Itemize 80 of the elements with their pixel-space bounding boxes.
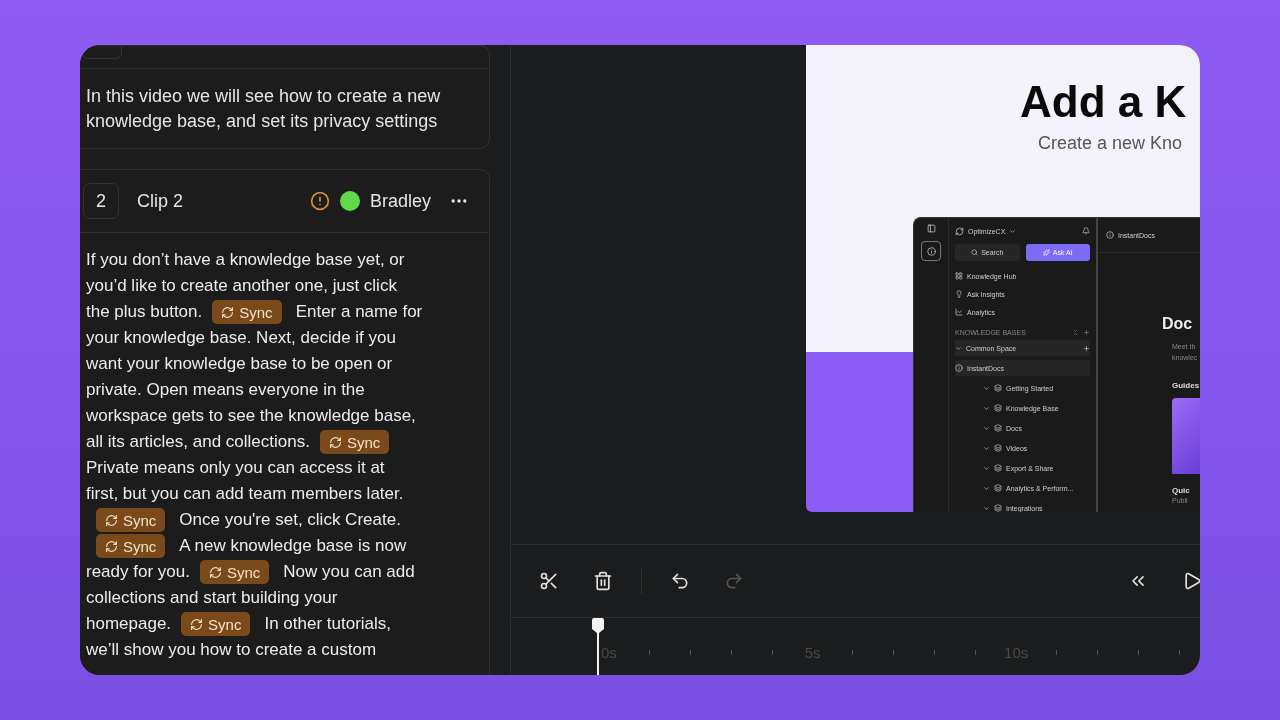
chevron-icon bbox=[955, 344, 962, 352]
transcript-text: private. Open means everyone in the bbox=[86, 379, 365, 401]
stack-icon bbox=[994, 384, 1002, 392]
stack-icon bbox=[994, 484, 1002, 492]
bulb-icon bbox=[955, 290, 963, 298]
info-icon bbox=[1106, 231, 1114, 239]
transcript-text: the plus button. bbox=[86, 301, 203, 323]
chart-icon bbox=[955, 308, 963, 316]
sync-button[interactable]: Sync bbox=[96, 508, 166, 532]
transcript-text: ready for you. bbox=[86, 561, 190, 583]
slide-title: Add a K bbox=[1020, 77, 1188, 127]
transcript-text: we’ll show you how to create a custom bbox=[86, 639, 377, 661]
chevron-icon bbox=[983, 464, 990, 472]
collapse-icon bbox=[1072, 329, 1079, 336]
scissors-icon bbox=[539, 571, 559, 591]
stack-icon bbox=[994, 444, 1002, 452]
stack-icon bbox=[994, 504, 1002, 512]
sync-button[interactable]: Sync bbox=[212, 300, 282, 324]
sync-button[interactable]: Sync bbox=[199, 560, 270, 584]
play-icon bbox=[1182, 571, 1200, 591]
transcript-text: collections and start building your bbox=[86, 587, 338, 609]
sync-button[interactable]: Sync bbox=[96, 534, 166, 558]
stack-icon bbox=[994, 464, 1002, 472]
transcript-text: If you don’t have a knowledge base yet, or bbox=[86, 249, 405, 271]
info-icon bbox=[926, 246, 936, 256]
undo-button[interactable] bbox=[670, 571, 690, 591]
panel-icon bbox=[926, 224, 936, 233]
card-title: Quic bbox=[1172, 486, 1191, 495]
chevron-icon bbox=[983, 484, 990, 492]
play-button[interactable] bbox=[1182, 571, 1200, 591]
sync-icon bbox=[105, 539, 118, 553]
delete-button[interactable] bbox=[593, 571, 613, 591]
grid-icon bbox=[955, 272, 963, 280]
search-icon bbox=[971, 249, 979, 256]
transcript-text: Enter a name for bbox=[295, 301, 423, 323]
transcript-text: Once you're set, click Create. bbox=[179, 509, 401, 531]
bell-icon bbox=[1082, 227, 1090, 235]
stack-icon bbox=[994, 424, 1002, 432]
transcript-text: A new knowledge base is now bbox=[179, 535, 407, 557]
transcript-text: In this video we will see how to create a new knowledge base, and set its privacy settings bbox=[85, 85, 442, 133]
transcript-text: want your knowledge base to be open or bbox=[86, 353, 393, 375]
clip-number: 2 bbox=[83, 183, 119, 219]
clip-title: Clip 2 bbox=[137, 190, 185, 212]
plus-icon bbox=[1083, 329, 1090, 336]
trash-icon bbox=[593, 571, 613, 591]
logo-icon bbox=[955, 226, 964, 236]
page-heading: Doc bbox=[1162, 315, 1194, 333]
slide-subtitle: Create a new Kno bbox=[1038, 133, 1184, 154]
section-title: Guides bbox=[1172, 381, 1200, 390]
sync-button[interactable]: Sync bbox=[181, 612, 251, 636]
transcript-text: your knowledge base. Next, decide if you bbox=[86, 327, 396, 349]
transcript-text: homepage. bbox=[86, 613, 172, 635]
redo-icon bbox=[724, 571, 744, 591]
stack-icon bbox=[994, 404, 1002, 412]
sync-icon bbox=[328, 435, 342, 449]
info-icon bbox=[955, 364, 963, 372]
chevron-icon bbox=[983, 384, 990, 392]
transcript-text: Now you can add bbox=[283, 561, 415, 583]
speaker-name: Bradley bbox=[369, 190, 431, 212]
transcript-text: you’d like to create another one, just click bbox=[86, 275, 397, 297]
sync-icon bbox=[105, 513, 118, 527]
chevron-icon bbox=[983, 504, 990, 512]
cut-button[interactable] bbox=[539, 571, 559, 591]
undo-icon bbox=[670, 571, 690, 591]
sparkle-icon bbox=[1042, 249, 1050, 256]
transcript-text: In other tutorials, bbox=[264, 613, 392, 635]
sync-button[interactable]: Sync bbox=[319, 430, 390, 454]
transcript-text: Private means only you can access it at bbox=[86, 457, 385, 479]
chevron-icon bbox=[983, 424, 990, 432]
sync-icon bbox=[190, 617, 204, 631]
transcript-text: workspace gets to see the knowledge base, bbox=[86, 405, 416, 427]
chevron-icon bbox=[983, 404, 990, 412]
transcript-text: first, but you can add team members later. bbox=[86, 483, 404, 505]
transcript-text: all its articles, and collections. bbox=[86, 431, 310, 453]
rail-button[interactable] bbox=[921, 241, 941, 261]
sync-icon bbox=[221, 305, 235, 319]
plus-icon bbox=[1083, 344, 1090, 352]
chevron-icon bbox=[983, 444, 990, 452]
sync-icon bbox=[208, 565, 222, 579]
chevron-icon bbox=[1009, 227, 1017, 235]
